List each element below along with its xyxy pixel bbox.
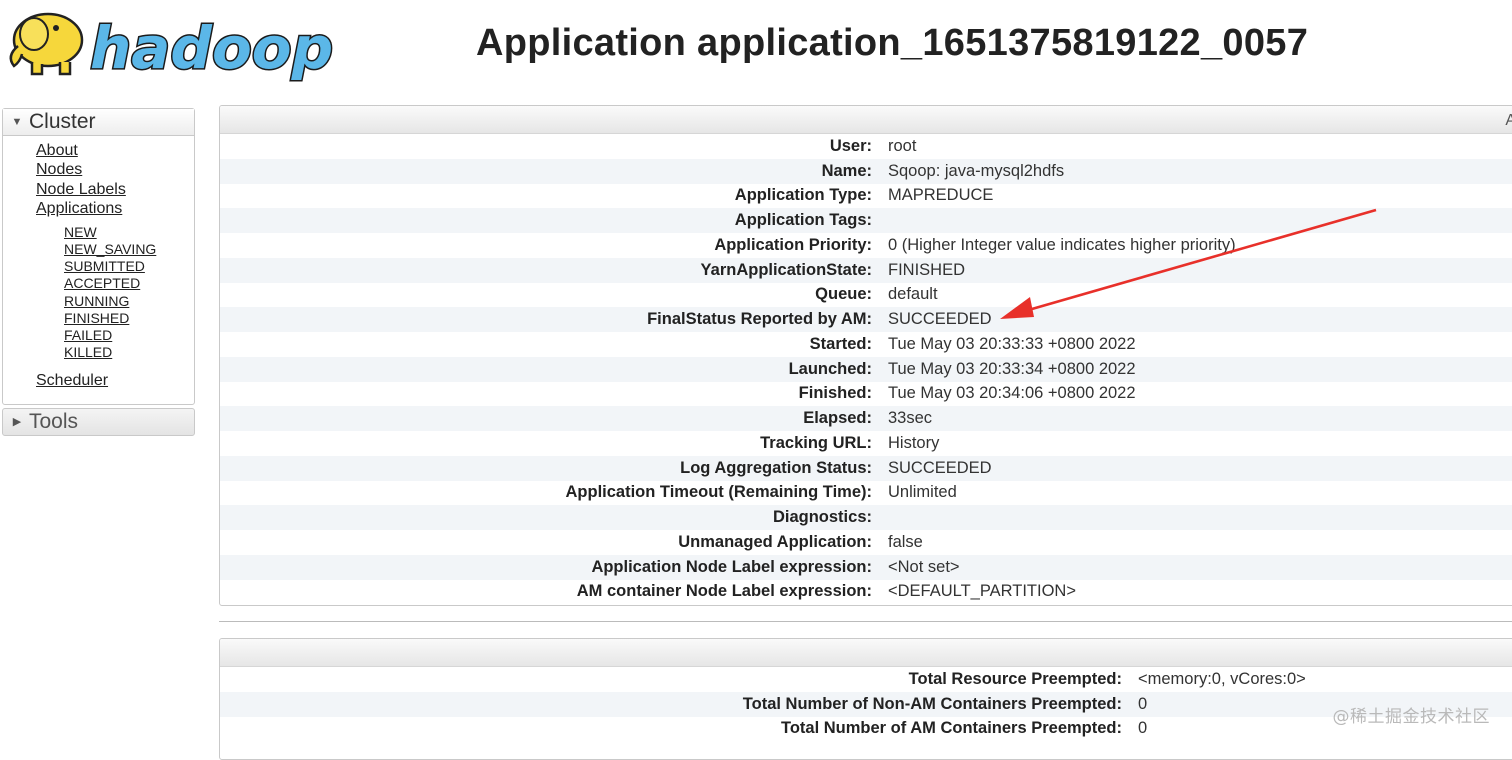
preemption-label-total-number-of-am-containers-preempted: Total Number of AM Containers Preempted: [780, 719, 1122, 738]
preemption-rows: Total Resource Preempted: <memory:0, vCor… [220, 667, 1512, 741]
overview-label-user: User: [829, 136, 872, 155]
preemption-label-total-number-of-non-am-containers-preempted: Total Number of Non-AM Containers Preemp… [742, 694, 1122, 713]
nav-link-node-labels[interactable]: Node Labels [36, 181, 126, 199]
overview-value-launched: Tue May 03 20:33:34 +0800 2022 [888, 359, 1136, 378]
overview-value-application-node-label-expression: <Not set> [888, 557, 960, 576]
overview-row-finished: Finished: Tue May 03 20:34:06 +0800 2022 [220, 382, 1512, 407]
preemption-row-total-number-of-non-am-containers-preempted: Total Number of Non-AM Containers Preemp… [220, 691, 1512, 717]
overview-header-corner-text: A [1505, 112, 1512, 130]
preemption-value-total-resource-preempted: <memory:0, vCores:0> [1138, 669, 1306, 688]
red-annotation-arrow [1000, 208, 1377, 319]
overview-label-yarnapplicationstate: YarnApplicationState: [700, 260, 872, 279]
watermark-text: @稀土掘金技术社区 [1332, 707, 1490, 727]
overview-value-name: Sqoop: java-mysql2hdfs [888, 161, 1065, 180]
overview-value-elapsed: 33sec [888, 409, 933, 428]
overview-table-header: A [220, 106, 1512, 134]
tools-nav-header[interactable]: ▶ Tools [3, 409, 194, 435]
overview-row-user: User: root [220, 134, 1512, 159]
nav-link-state-new[interactable]: NEW [64, 224, 97, 240]
hadoop-logo[interactable]: hadoop [4, 2, 340, 82]
preemption-label-total-resource-preempted: Total Resource Preempted: [908, 669, 1122, 688]
nav-link-state-submitted[interactable]: SUBMITTED [64, 258, 145, 274]
overview-row-application-node-label-expression: Application Node Label expression: <Not s… [220, 554, 1512, 580]
nav-link-state-new-saving[interactable]: NEW_SAVING [64, 241, 156, 257]
nav-link-nodes[interactable]: Nodes [36, 161, 82, 179]
overview-row-name: Name: Sqoop: java-mysql2hdfs [220, 158, 1512, 184]
overview-row-am-container-node-label-expression: AM container Node Label expression: <DEFA… [220, 580, 1512, 605]
overview-label-application-priority: Application Priority: [714, 235, 872, 254]
page-title: Application application_1651375819122_00… [476, 22, 1309, 64]
overview-value-yarnapplicationstate: FINISHED [888, 260, 966, 279]
overview-row-unmanaged-application: Unmanaged Application: false [220, 530, 1512, 555]
preemption-value-total-number-of-am-containers-preempted: 0 [1138, 719, 1148, 738]
overview-value-started: Tue May 03 20:33:33 +0800 2022 [888, 334, 1136, 353]
overview-label-application-tags: Application Tags: [734, 211, 872, 230]
overview-row-launched: Launched: Tue May 03 20:33:34 +0800 2022 [220, 356, 1512, 382]
preemption-row-total-number-of-am-containers-preempted: Total Number of AM Containers Preempted:… [220, 717, 1512, 742]
tools-nav-title: Tools [29, 410, 79, 433]
overview-value-finalstatus-reported-by-am: SUCCEEDED [888, 310, 992, 329]
overview-value-finished: Tue May 03 20:34:06 +0800 2022 [888, 384, 1136, 403]
overview-label-queue: Queue: [815, 285, 872, 304]
overview-row-elapsed: Elapsed: 33sec [220, 406, 1512, 431]
preemption-metrics-table: Total Resource Preempted: <memory:0, vCor… [219, 638, 1512, 760]
cluster-nav-header[interactable]: ▼ Cluster [3, 109, 194, 136]
overview-value-application-type: MAPREDUCE [888, 186, 994, 205]
nav-link-state-running[interactable]: RUNNING [64, 293, 129, 309]
overview-label-elapsed: Elapsed: [803, 409, 872, 428]
nav-link-applications[interactable]: Applications [36, 200, 122, 218]
overview-label-finalstatus-reported-by-am: FinalStatus Reported by AM: [647, 310, 872, 329]
overview-label-application-timeout-remaining-time: Application Timeout (Remaining Time): [565, 483, 873, 502]
nav-link-state-accepted[interactable]: ACCEPTED [64, 275, 140, 291]
cluster-nav-title: Cluster [29, 110, 96, 133]
overview-label-application-type: Application Type: [734, 186, 872, 205]
elephant-icon [9, 12, 84, 76]
overview-label-diagnostics: Diagnostics: [772, 508, 872, 527]
overview-value-tracking-url[interactable]: History [888, 434, 939, 453]
overview-label-name: Name: [821, 161, 872, 180]
overview-label-tracking-url: Tracking URL: [760, 433, 872, 452]
nav-link-state-killed[interactable]: KILLED [64, 344, 112, 360]
nav-link-about[interactable]: About [36, 142, 78, 160]
application-overview-table: A User: root Name: Sqoop: java-mysql2hdfs Ap… [219, 105, 1512, 606]
overview-value-unmanaged-application: false [888, 532, 923, 551]
overview-label-finished: Finished: [798, 384, 872, 403]
overview-label-started: Started: [809, 334, 872, 353]
preemption-value-total-number-of-non-am-containers-preempted: 0 [1138, 694, 1148, 713]
preemption-row-total-resource-preempted: Total Resource Preempted: <memory:0, vCor… [220, 667, 1512, 692]
section-divider [219, 621, 1512, 622]
overview-value-user[interactable]: root [888, 137, 916, 156]
preemption-table-header [220, 639, 1512, 667]
overview-label-am-container-node-label-expression: AM container Node Label expression: [576, 582, 872, 601]
overview-label-application-node-label-expression: Application Node Label expression: [591, 557, 872, 576]
overview-row-started: Started: Tue May 03 20:33:33 +0800 2022 [220, 332, 1512, 357]
nav-link-state-finished[interactable]: FINISHED [64, 310, 129, 326]
overview-row-diagnostics: Diagnostics: [220, 505, 1512, 530]
logo-wordmark: hadoop [90, 14, 333, 82]
nav-link-state-failed[interactable]: FAILED [64, 327, 112, 343]
overview-row-tracking-url: Tracking URL: History [220, 431, 1512, 456]
triangle-down-icon: ▼ [11, 116, 23, 128]
overview-label-unmanaged-application: Unmanaged Application: [678, 532, 872, 551]
overview-value-am-container-node-label-expression: <DEFAULT_PARTITION> [888, 582, 1076, 601]
overview-label-log-aggregation-status: Log Aggregation Status: [680, 458, 872, 477]
overview-value-log-aggregation-status: SUCCEEDED [888, 458, 992, 477]
tools-nav-panel: ▶ Tools [2, 408, 195, 436]
cluster-nav-panel: ▼ Cluster About Nodes Node Labels Applic… [2, 108, 195, 405]
nav-link-scheduler[interactable]: Scheduler [36, 372, 108, 390]
overview-label-launched: Launched: [788, 359, 872, 378]
overview-value-application-timeout-remaining-time: Unlimited [888, 483, 957, 502]
overview-row-application-timeout-remaining-time: Application Timeout (Remaining Time): Unl… [220, 481, 1512, 506]
overview-row-log-aggregation-status: Log Aggregation Status: SUCCEEDED [220, 455, 1512, 481]
triangle-right-icon: ▶ [12, 416, 22, 428]
overview-value-queue[interactable]: default [888, 285, 938, 304]
